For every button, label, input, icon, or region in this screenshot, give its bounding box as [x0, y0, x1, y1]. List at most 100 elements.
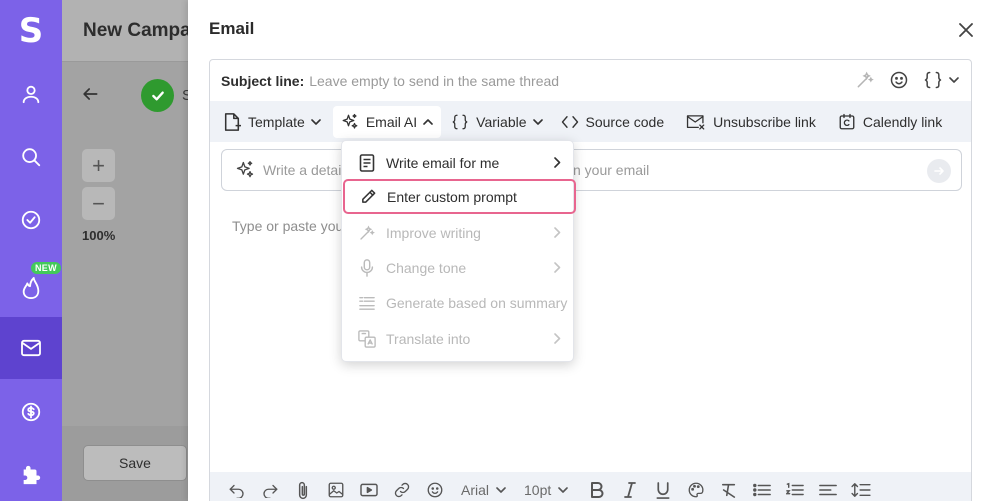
link-icon: [394, 482, 409, 498]
attachment-button[interactable]: [286, 475, 319, 501]
step-complete-icon: [141, 79, 174, 112]
chevron-down-icon: [949, 77, 959, 83]
menu-item-label: Generate based on summary: [386, 294, 568, 311]
chevron-down-icon: [496, 487, 506, 493]
emoji-icon[interactable]: [889, 70, 909, 90]
pencil-icon: [361, 189, 375, 203]
sidebar-item-search[interactable]: [0, 126, 62, 188]
chevron-right-icon: [554, 157, 561, 168]
image-icon: [328, 482, 343, 498]
sidebar-item-billing[interactable]: [0, 381, 62, 443]
insert-emoji-button[interactable]: [418, 475, 451, 501]
source-code-label: Source code: [585, 113, 665, 130]
menu-item-generate-summary[interactable]: Generate based on summary: [342, 285, 573, 320]
text-color-button[interactable]: [679, 475, 712, 501]
chevron-down-icon: [532, 118, 543, 125]
source-code-button[interactable]: Source code: [553, 106, 679, 138]
chevron-up-icon: [423, 118, 433, 125]
template-label: Template: [248, 113, 305, 130]
insert-video-button[interactable]: [352, 475, 385, 501]
sidebar-item-integrations[interactable]: [0, 444, 62, 501]
new-badge: NEW: [31, 262, 61, 274]
menu-item-label: Translate into: [386, 330, 471, 347]
line-height-button[interactable]: [844, 475, 877, 501]
undo-button[interactable]: [220, 475, 253, 501]
italic-icon: [623, 482, 636, 498]
ai-send-button[interactable]: [927, 159, 951, 183]
template-button[interactable]: Template: [215, 106, 329, 138]
campaign-title: New Campai: [83, 20, 196, 41]
font-family-select[interactable]: Arial: [455, 475, 512, 501]
sidebar-item-new-feature[interactable]: NEW: [0, 252, 62, 314]
sparkles-icon: [236, 161, 254, 178]
variable-braces-menu[interactable]: [923, 70, 959, 90]
ai-prompt-placeholder-end: n your email: [573, 162, 650, 178]
video-icon: [359, 483, 378, 497]
formatting-toolbar: Arial 10pt: [210, 472, 971, 501]
subject-label: Subject line:: [221, 72, 305, 89]
back-arrow-icon[interactable]: [80, 84, 100, 104]
subject-input[interactable]: [309, 72, 830, 89]
mail-x-icon: [686, 114, 705, 130]
italic-button[interactable]: [613, 475, 646, 501]
close-button[interactable]: [956, 20, 976, 40]
subject-actions: [855, 70, 959, 90]
editor-toolbar: Template Email AI Variable Source code U…: [210, 101, 971, 142]
unsubscribe-link-button[interactable]: Unsubscribe link: [678, 106, 830, 138]
email-ai-menu: Write email for me Enter custom prompt I…: [341, 140, 576, 362]
variable-button[interactable]: Variable: [443, 106, 550, 138]
puzzle-icon: [23, 465, 41, 485]
sidebar-item-tasks[interactable]: [0, 189, 62, 251]
calendly-link-button[interactable]: Calendly link: [830, 106, 956, 138]
insert-image-button[interactable]: [319, 475, 352, 501]
check-circle-icon: [21, 210, 41, 230]
email-body-placeholder[interactable]: Type or paste your: [232, 218, 348, 234]
zoom-level: 100%: [82, 228, 116, 243]
braces-icon: [452, 114, 468, 129]
app-logo[interactable]: S: [0, 0, 62, 62]
template-icon: [224, 112, 241, 131]
sidebar-item-email[interactable]: [0, 317, 62, 379]
unsubscribe-label: Unsubscribe link: [713, 113, 816, 130]
bold-icon: [590, 482, 604, 498]
document-icon: [359, 153, 375, 172]
zoom-in-button[interactable]: +: [82, 149, 115, 182]
save-button[interactable]: Save: [83, 445, 187, 481]
ai-prompt-input[interactable]: Write a detaile n your email: [221, 149, 962, 191]
zoom-out-button[interactable]: −: [82, 187, 115, 220]
magic-wand-icon[interactable]: [855, 70, 875, 90]
menu-item-change-tone[interactable]: Change tone: [342, 250, 573, 285]
logo-letter: S: [18, 11, 44, 51]
bold-button[interactable]: [580, 475, 613, 501]
app-sidebar: S NEW: [0, 0, 62, 501]
font-family-value: Arial: [461, 482, 490, 498]
sparkles-icon: [342, 113, 358, 129]
align-button[interactable]: [811, 475, 844, 501]
menu-item-translate[interactable]: Translate into: [342, 321, 573, 356]
numbered-list-button[interactable]: [778, 475, 811, 501]
flame-icon: [22, 276, 40, 299]
arrow-right-icon: [934, 167, 944, 175]
underline-button[interactable]: [646, 475, 679, 501]
font-size-select[interactable]: 10pt: [518, 475, 574, 501]
sidebar-item-contacts[interactable]: [0, 63, 62, 125]
align-left-icon: [818, 484, 837, 496]
menu-item-label: Write email for me: [386, 154, 500, 171]
menu-item-improve-writing[interactable]: Improve writing: [342, 215, 573, 250]
menu-item-write-email[interactable]: Write email for me: [342, 145, 573, 180]
undo-icon: [229, 484, 244, 498]
clear-formatting-button[interactable]: [712, 475, 745, 501]
font-size-value: 10pt: [524, 482, 552, 498]
bulleted-list-button[interactable]: [745, 475, 778, 501]
chevron-right-icon: [554, 227, 561, 238]
emoji-icon: [427, 482, 442, 498]
redo-button[interactable]: [253, 475, 286, 501]
email-ai-button[interactable]: Email AI: [332, 105, 442, 138]
code-icon: [561, 115, 578, 128]
chevron-down-icon: [558, 487, 569, 493]
microphone-icon: [360, 258, 374, 277]
ai-prompt-placeholder-start: Write a detaile: [263, 162, 353, 178]
user-icon: [22, 85, 40, 104]
menu-item-custom-prompt[interactable]: Enter custom prompt: [343, 179, 576, 214]
insert-link-button[interactable]: [385, 475, 418, 501]
